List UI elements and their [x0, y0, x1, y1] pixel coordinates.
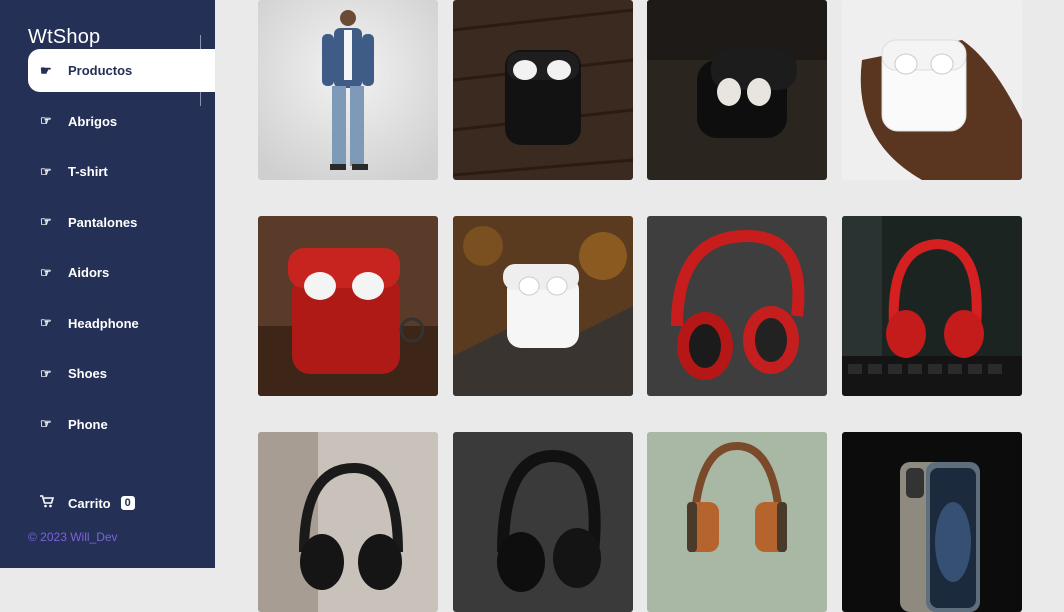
product-card-white-airpods-rock[interactable] [453, 216, 633, 396]
cart-link[interactable]: Carrito 0 [40, 495, 135, 511]
product-card-black-airpods[interactable] [453, 0, 633, 180]
sidebar-item-label: Pantalones [68, 214, 138, 230]
product-card-man-jeans[interactable] [258, 0, 438, 180]
sidebar-nav: ☛ Productos ☞ Abrigos ☞ T-shirt ☞ Pantal… [0, 35, 215, 453]
sidebar-item-label: Productos [68, 63, 133, 78]
sidebar-item-label: T-shirt [68, 164, 108, 179]
product-card-iphone[interactable] [842, 432, 1022, 612]
product-card-black-airpods-open[interactable] [647, 0, 827, 180]
product-card-airpods-in-hand[interactable] [842, 0, 1022, 180]
sidebar-item-pantalones[interactable]: ☞ Pantalones [0, 201, 215, 244]
product-card-red-airpods-case[interactable] [258, 216, 438, 396]
hand-pointing-icon: ☛ [40, 62, 52, 78]
hand-pointing-icon: ☞ [40, 264, 52, 280]
sidebar-item-label: Abrigos [68, 113, 118, 129]
sidebar-item-productos[interactable]: ☛ Productos [28, 35, 215, 106]
brand-logo[interactable]: WtShop [28, 26, 100, 49]
cart-count-badge: 0 [120, 496, 135, 510]
product-card-black-headphones[interactable] [258, 432, 438, 612]
cart-label: Carrito [68, 495, 111, 511]
sidebar-item-label: Aidors [68, 265, 110, 280]
product-card-red-headphones[interactable] [647, 216, 827, 396]
product-card-brown-headphones[interactable] [647, 432, 827, 612]
sidebar-item-label: Phone [68, 416, 108, 432]
copyright-footer: © 2023 Will_Dev [28, 530, 118, 544]
sidebar: WtShop ☛ Productos ☞ Abrigos ☞ T-shirt ☞… [0, 0, 215, 568]
product-card-red-headphones-studio[interactable] [842, 216, 1022, 396]
product-card-black-headphones-dark[interactable] [453, 432, 633, 612]
sidebar-item-t-shirt[interactable]: ☞ T-shirt [0, 150, 215, 193]
hand-pointing-icon: ☞ [40, 163, 52, 179]
hand-pointing-icon: ☞ [40, 113, 52, 128]
hand-pointing-icon: ☞ [40, 365, 52, 381]
sidebar-item-label: Shoes [68, 366, 108, 381]
sidebar-item-abrigos[interactable]: ☞ Abrigos [0, 100, 215, 143]
cart-icon [40, 495, 58, 511]
sidebar-item-shoes[interactable]: ☞ Shoes [0, 352, 215, 395]
sidebar-item-headphone[interactable]: ☞ Headphone [0, 302, 215, 345]
hand-pointing-icon: ☞ [40, 214, 52, 229]
hand-pointing-icon: ☞ [40, 416, 52, 431]
sidebar-item-phone[interactable]: ☞ Phone [0, 403, 215, 446]
sidebar-item-aidors[interactable]: ☞ Aidors [0, 251, 215, 294]
hand-pointing-icon: ☞ [40, 315, 52, 330]
sidebar-item-label: Headphone [68, 315, 139, 331]
